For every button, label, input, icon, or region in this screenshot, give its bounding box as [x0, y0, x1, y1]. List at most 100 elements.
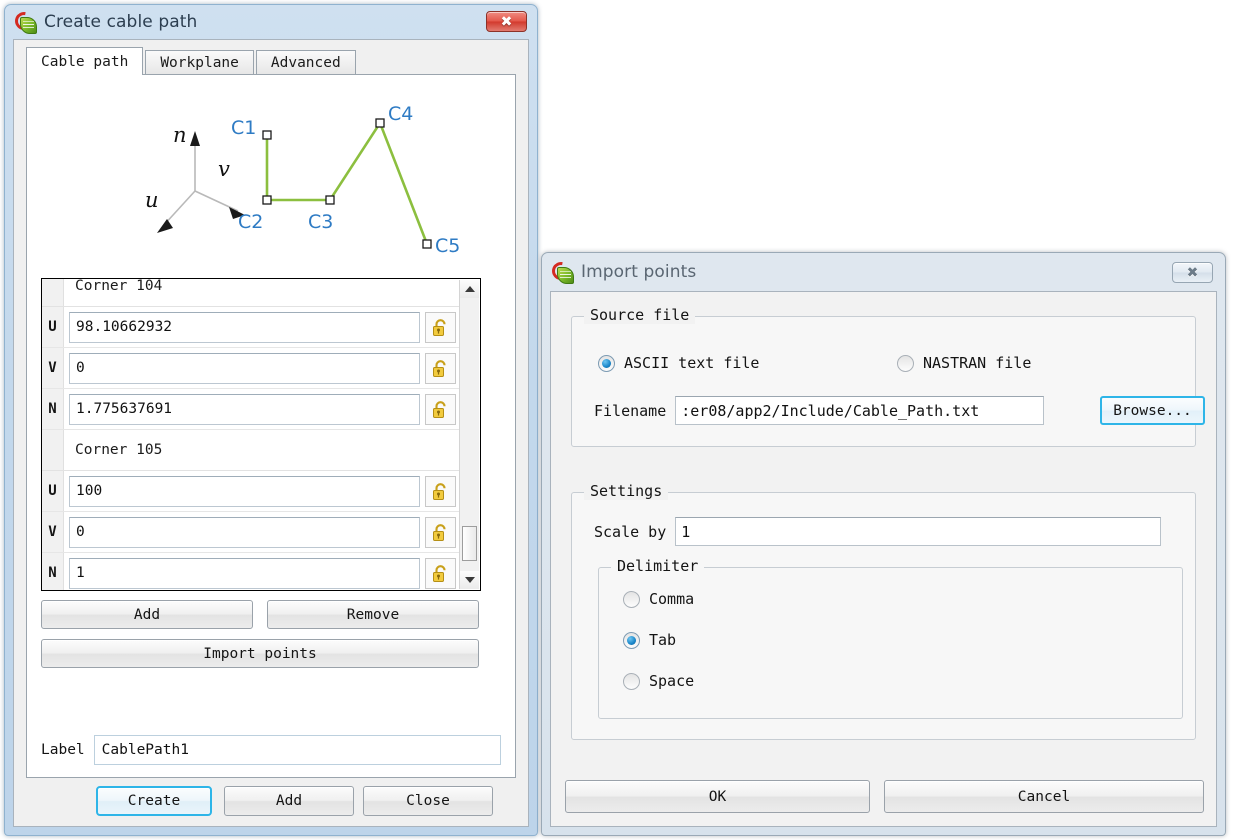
radio-button-icon [897, 354, 914, 372]
radio-ascii-text-file[interactable]: ASCII text file [598, 354, 759, 372]
scale-by-caption: Scale by [594, 522, 667, 541]
corner-field-row: N [42, 389, 460, 430]
filename-caption: Filename [594, 401, 667, 420]
cable-path-preview: n v u C1 C2 C3 C4 C5 [28, 76, 514, 268]
corner-104-u-input[interactable] [69, 311, 420, 343]
settings-group: Settings Scale by Delimiter Comma Tab [571, 482, 1196, 740]
remove-corner-label: Remove [346, 606, 400, 623]
radio-delimiter-tab[interactable]: Tab [623, 631, 676, 649]
lock-cell [420, 352, 460, 384]
corner-field-row: N [42, 553, 460, 590]
tab-workplane-label: Workplane [160, 55, 239, 71]
create-cable-path-window: Create cable path ✖ Cable path Workplane… [4, 4, 538, 836]
corner-104-v-input[interactable] [69, 352, 420, 384]
create-button[interactable]: Create [96, 786, 212, 816]
corner-105-n-input[interactable] [69, 557, 420, 589]
lock-cell [420, 475, 460, 507]
radio-ascii-label: ASCII text file [624, 354, 760, 372]
add-corner-button[interactable]: Add [41, 600, 253, 629]
open-padlock-icon[interactable] [424, 311, 456, 343]
corner-group-title: Corner 105 [75, 442, 163, 458]
import-points-button-bar: OK Cancel [565, 780, 1204, 814]
radio-delimiter-comma[interactable]: Comma [623, 590, 694, 608]
close-button[interactable]: Close [363, 786, 493, 816]
radio-button-icon [623, 672, 640, 690]
corner-104-n-input[interactable] [69, 393, 420, 425]
corner-label-c5: C5 [435, 235, 460, 257]
scroll-down-button[interactable] [460, 571, 479, 589]
field-key: V [42, 512, 64, 552]
radio-nastran-label: NASTRAN file [923, 354, 1032, 372]
tab-workplane[interactable]: Workplane [145, 50, 254, 75]
radio-tab-label: Tab [649, 631, 677, 649]
filename-input[interactable] [675, 396, 1045, 425]
radio-button-icon [623, 631, 640, 649]
cancel-button-label: Cancel [1017, 788, 1071, 805]
create-button-label: Create [127, 793, 181, 809]
radio-space-label: Space [649, 672, 695, 690]
close-icon: ✖ [500, 13, 513, 30]
source-file-group: Source file ASCII text file NASTRAN file… [571, 306, 1205, 447]
close-icon: ✖ [1186, 264, 1199, 281]
field-key: U [42, 307, 64, 347]
add-button[interactable]: Add [224, 786, 354, 816]
scroll-up-button[interactable] [460, 280, 479, 298]
label-caption: Label [41, 742, 85, 758]
caret-down-icon [464, 577, 475, 583]
corner-list-scrollbar[interactable] [459, 280, 479, 589]
radio-nastran-file[interactable]: NASTRAN file [897, 354, 1031, 372]
svg-text:v: v [218, 157, 230, 181]
create-cable-path-titlebar[interactable]: Create cable path ✖ [5, 5, 537, 39]
lock-cell [420, 311, 460, 343]
corner-105-u-input[interactable] [69, 475, 420, 507]
import-points-label: Import points [203, 645, 317, 662]
open-padlock-icon[interactable] [424, 475, 456, 507]
open-padlock-icon[interactable] [424, 557, 456, 589]
scale-by-input[interactable] [675, 517, 1162, 546]
tab-advanced[interactable]: Advanced [255, 50, 356, 75]
settings-group-title: Settings [584, 482, 669, 500]
browse-button[interactable]: Browse... [1100, 396, 1205, 425]
close-button-label: Close [406, 793, 450, 809]
open-padlock-icon[interactable] [424, 516, 456, 548]
field-key: U [42, 471, 64, 511]
lock-cell [420, 516, 460, 548]
delimiter-group-title: Delimiter [611, 557, 705, 575]
corner-105-v-input[interactable] [69, 516, 420, 548]
corner-label-c3: C3 [308, 211, 333, 233]
tab-advanced-label: Advanced [270, 55, 341, 71]
label-input[interactable] [93, 735, 501, 765]
scale-by-row: Scale by [594, 517, 1179, 546]
app-logo-icon [548, 257, 574, 284]
corner-label-c1: C1 [231, 117, 256, 139]
cancel-button[interactable]: Cancel [884, 780, 1204, 813]
corner-group-header: Corner 104 [42, 279, 460, 307]
remove-corner-button[interactable]: Remove [267, 600, 479, 629]
radio-delimiter-space[interactable]: Space [623, 672, 694, 690]
create-cable-path-title: Create cable path [44, 12, 198, 32]
app-logo-icon [11, 7, 37, 34]
ok-button-label: OK [708, 788, 727, 805]
close-window-button[interactable]: ✖ [486, 11, 527, 32]
import-points-titlebar[interactable]: Import points ✖ [542, 253, 1225, 291]
corner-field-row: U [42, 307, 460, 348]
corner-field-row: V [42, 348, 460, 389]
label-row: Label [41, 735, 501, 765]
radio-comma-label: Comma [649, 590, 695, 608]
corner-list-content: Corner 104 U 98.10662932 V 0 N 1.7756376… [42, 279, 460, 590]
scrollbar-thumb[interactable] [462, 526, 477, 561]
radio-button-icon [598, 354, 615, 372]
corner-group-header: Corner 105 [42, 430, 460, 471]
close-window-button[interactable]: ✖ [1172, 262, 1213, 283]
import-points-button[interactable]: Import points [41, 639, 479, 668]
gutter [42, 430, 64, 470]
ok-button[interactable]: OK [565, 780, 870, 813]
import-points-window: Import points ✖ Source file ASCII text f… [541, 252, 1226, 836]
source-file-group-title: Source file [584, 306, 696, 324]
open-padlock-icon[interactable] [424, 352, 456, 384]
tab-cable-path[interactable]: Cable path [26, 47, 144, 75]
caret-up-icon [464, 286, 475, 292]
open-padlock-icon[interactable] [424, 393, 456, 425]
corner-list[interactable]: Corner 104 U 98.10662932 V 0 N 1.7756376… [41, 278, 481, 591]
filename-row: Filename [594, 396, 1179, 425]
